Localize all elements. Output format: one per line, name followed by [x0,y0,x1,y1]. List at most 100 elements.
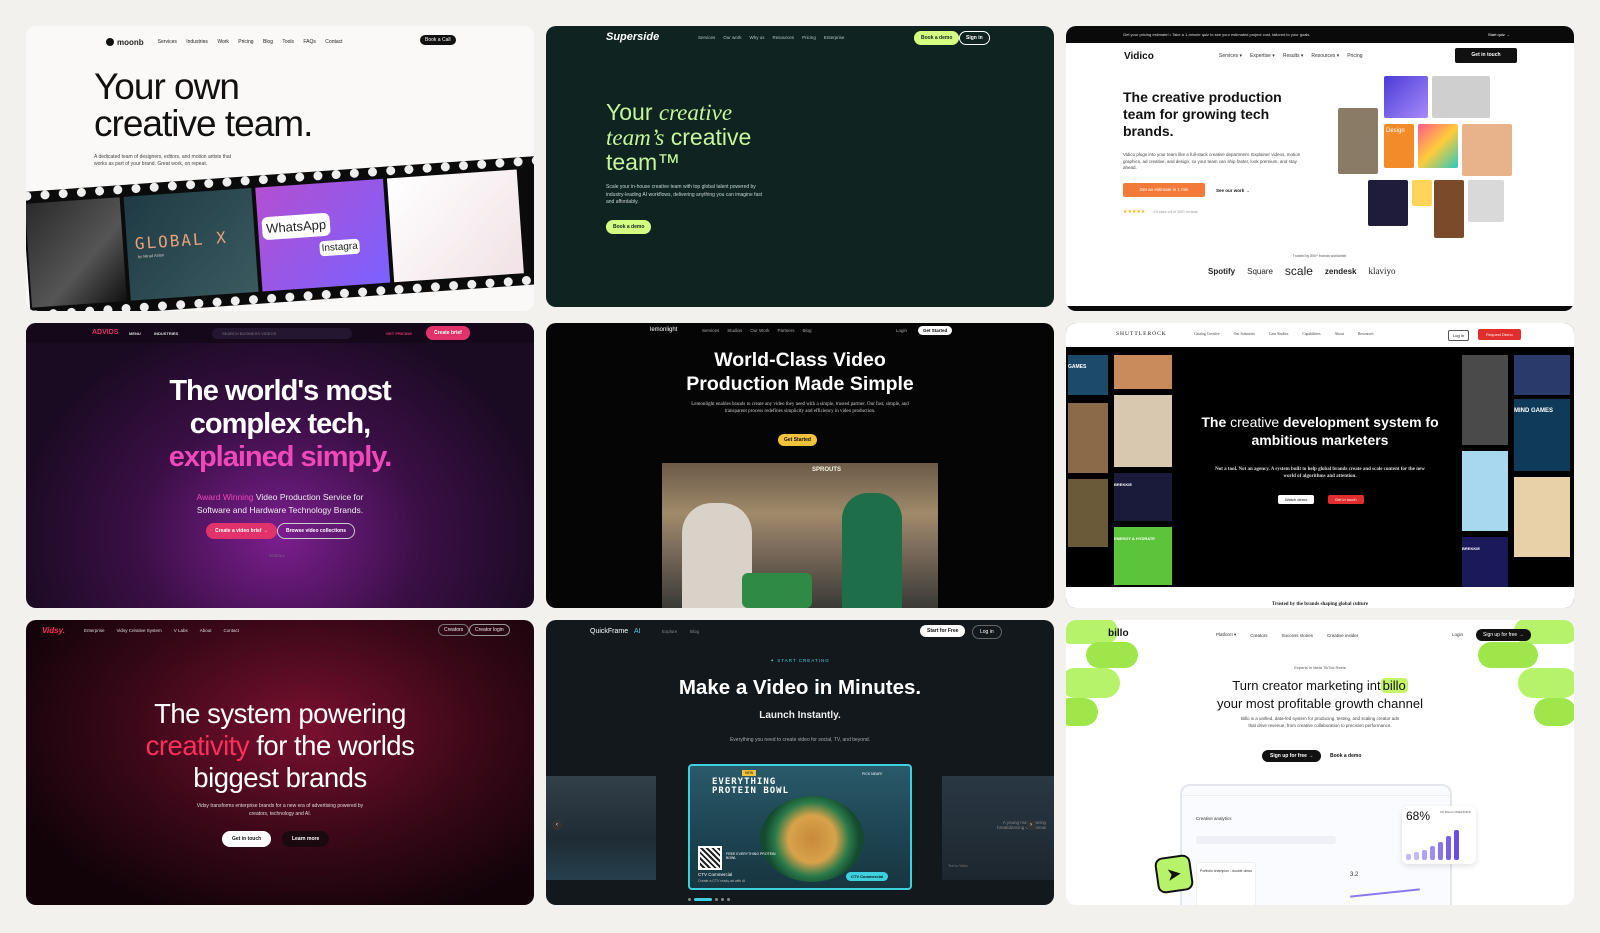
advids-logo[interactable]: ADVIDS [92,329,118,336]
nav-resources[interactable]: Resources [773,35,795,40]
nav-resources[interactable]: Resources [1358,332,1374,336]
nav-services[interactable]: Services [158,39,177,45]
nav-solutions[interactable]: Our Solutions [1234,332,1255,336]
quickframe-logo[interactable]: QuickFrame [590,628,628,635]
watch-demo-button[interactable]: Watch demo [1278,495,1315,504]
nav-tools[interactable]: Tools [282,39,294,45]
book-demo-button[interactable]: Book a demo [606,220,652,234]
creator-login-button[interactable]: Creator login [469,624,510,636]
see-work-link[interactable]: See our work → [1216,188,1250,193]
advids-card[interactable]: ADVIDS MENU INDUSTRIES SEARCH BUSINESS V… [26,323,534,608]
login-link[interactable]: Login [896,328,907,333]
quickframe-card[interactable]: QuickFrame AI Explore Blog Start for Fre… [546,620,1054,905]
nav-enterprise[interactable]: Enterprise [84,628,105,633]
browse-collections-button[interactable]: Browse video collections [277,523,356,539]
sign-in-button[interactable]: Sign in [959,31,990,45]
nav-case-studies[interactable]: Case Studies [1269,332,1289,336]
shuttlerock-card[interactable]: SHUTTLEROCK Catalog Creative Our Solutio… [1066,323,1574,608]
nav-pricing[interactable]: Pricing [1347,53,1362,59]
nav-partners[interactable]: Partners [777,328,794,333]
search-input[interactable]: SEARCH BUSINESS VIDEOS [212,328,352,339]
nav-success-stories[interactable]: Success stories [1282,633,1314,638]
request-demo-button[interactable]: Request Demo [1478,329,1521,340]
nav-platform[interactable]: Platform ▾ [1216,632,1236,638]
log-in-button[interactable]: Log in [972,625,1002,639]
nav-pricing[interactable]: Pricing [238,39,253,45]
nav-our-work[interactable]: Our Work [750,328,769,333]
vidsy-logo[interactable]: Vidsy. [42,626,65,635]
nav-blog[interactable]: Blog [802,328,811,333]
estimate-button[interactable]: Get an estimate in 1 min [1123,183,1205,197]
nav-studios[interactable]: Studios [727,328,742,333]
creators-button[interactable]: Creators [438,624,470,636]
nav-about[interactable]: About [1334,332,1344,336]
nav-capabilities[interactable]: Capabilities [1302,332,1320,336]
get-in-touch-button[interactable]: Get in touch [1328,495,1364,504]
book-call-button[interactable]: Book a Call [420,35,456,45]
sign-up-free-button[interactable]: Sign up for free → [1262,750,1322,762]
moonb-logo[interactable]: moonb [117,38,144,47]
carousel-dot-active[interactable] [694,898,712,901]
carousel-dots[interactable] [688,898,730,901]
nav-services[interactable]: Services [698,35,715,40]
nav-creators[interactable]: Creators [1250,633,1267,638]
nav-v-labs[interactable]: V Labs [174,628,188,633]
learn-more-button[interactable]: Learn more [282,831,330,847]
nav-faqs[interactable]: FAQs [303,39,316,45]
shuttlerock-logo[interactable]: SHUTTLEROCK [1116,331,1167,337]
get-in-touch-button[interactable]: Get in touch [222,831,272,847]
vidico-card[interactable]: Get your pricing estimate! • Take a 1-mi… [1066,26,1574,311]
nav-expertise[interactable]: Expertise ▾ [1250,53,1275,59]
nav-about[interactable]: About [200,628,212,633]
create-video-brief-button[interactable]: Create a video brief → [206,523,277,539]
billo-logo[interactable]: billo [1108,628,1129,639]
carousel-dot[interactable] [688,898,691,901]
nav-services[interactable]: Services ▾ [1219,53,1242,59]
nav-why-us[interactable]: Why us [750,35,765,40]
featured-video-card[interactable]: NEW EVERYTHING PROTEIN BOWL PICK NEAR! F… [688,764,912,890]
carousel-dot[interactable] [715,898,718,901]
book-demo-nav-button[interactable]: Book a demo [914,31,960,45]
lemonlight-card[interactable]: lemonlight Services Studios Our Work Par… [546,323,1054,608]
get-started-nav-button[interactable]: Get Started [918,326,953,335]
start-free-button[interactable]: Start for Free [920,625,966,637]
menu-link[interactable]: MENU [129,331,141,336]
vidico-logo[interactable]: Vidico [1124,51,1154,62]
nav-resources[interactable]: Resources ▾ [1311,53,1339,59]
nav-enterprise[interactable]: Enterprise [824,35,845,40]
nav-explore[interactable]: Explore [662,629,677,634]
nav-blog[interactable]: Blog [690,629,699,634]
ctv-commercial-badge[interactable]: CTV Commercial [846,872,889,881]
nav-contact[interactable]: Contact [223,628,239,633]
get-pricing-link[interactable]: GET PRICING [386,331,412,336]
get-started-button[interactable]: Get Started [778,434,817,446]
get-in-touch-button[interactable]: Get in touch [1455,48,1517,63]
nav-services[interactable]: Services [702,328,719,333]
login-button[interactable]: Log In [1448,330,1470,341]
superside-card[interactable]: Superside Services Our work Why us Resou… [546,26,1054,307]
nav-contact[interactable]: Contact [325,39,342,45]
book-demo-link[interactable]: Book a demo [1330,753,1361,759]
billo-card[interactable]: billo Platform ▾ Creators Success storie… [1066,620,1574,905]
nav-work[interactable]: Work [217,39,229,45]
nav-pricing[interactable]: Pricing [802,35,816,40]
carousel-dot[interactable] [727,898,730,901]
lemonlight-logo[interactable]: lemonlight [650,327,677,333]
nav-industries[interactable]: Industries [186,39,208,45]
nav-results[interactable]: Results ▾ [1283,53,1304,59]
superside-logo[interactable]: Superside [606,31,659,43]
carousel-dot[interactable] [721,898,724,901]
start-quiz-link[interactable]: Start quiz → [1488,32,1510,37]
nav-blog[interactable]: Blog [263,39,273,45]
nav-creative-insider[interactable]: Creative insider [1327,633,1358,638]
nav-our-work[interactable]: Our work [723,35,741,40]
carousel-next-icon[interactable]: › [1026,820,1036,830]
industries-link[interactable]: INDUSTRIES [154,331,178,336]
login-link[interactable]: Login [1452,632,1463,637]
sign-up-nav-button[interactable]: Sign up for free → [1476,629,1531,641]
vidsy-card[interactable]: Vidsy. Enterprise Vidsy Creative System … [26,620,534,905]
carousel-prev-icon[interactable]: ‹ [552,820,562,830]
create-brief-button[interactable]: Create brief [426,326,470,340]
nav-catalog[interactable]: Catalog Creative [1194,332,1220,336]
moonb-card[interactable]: moonb Services Industries Work Pricing B… [26,26,534,311]
